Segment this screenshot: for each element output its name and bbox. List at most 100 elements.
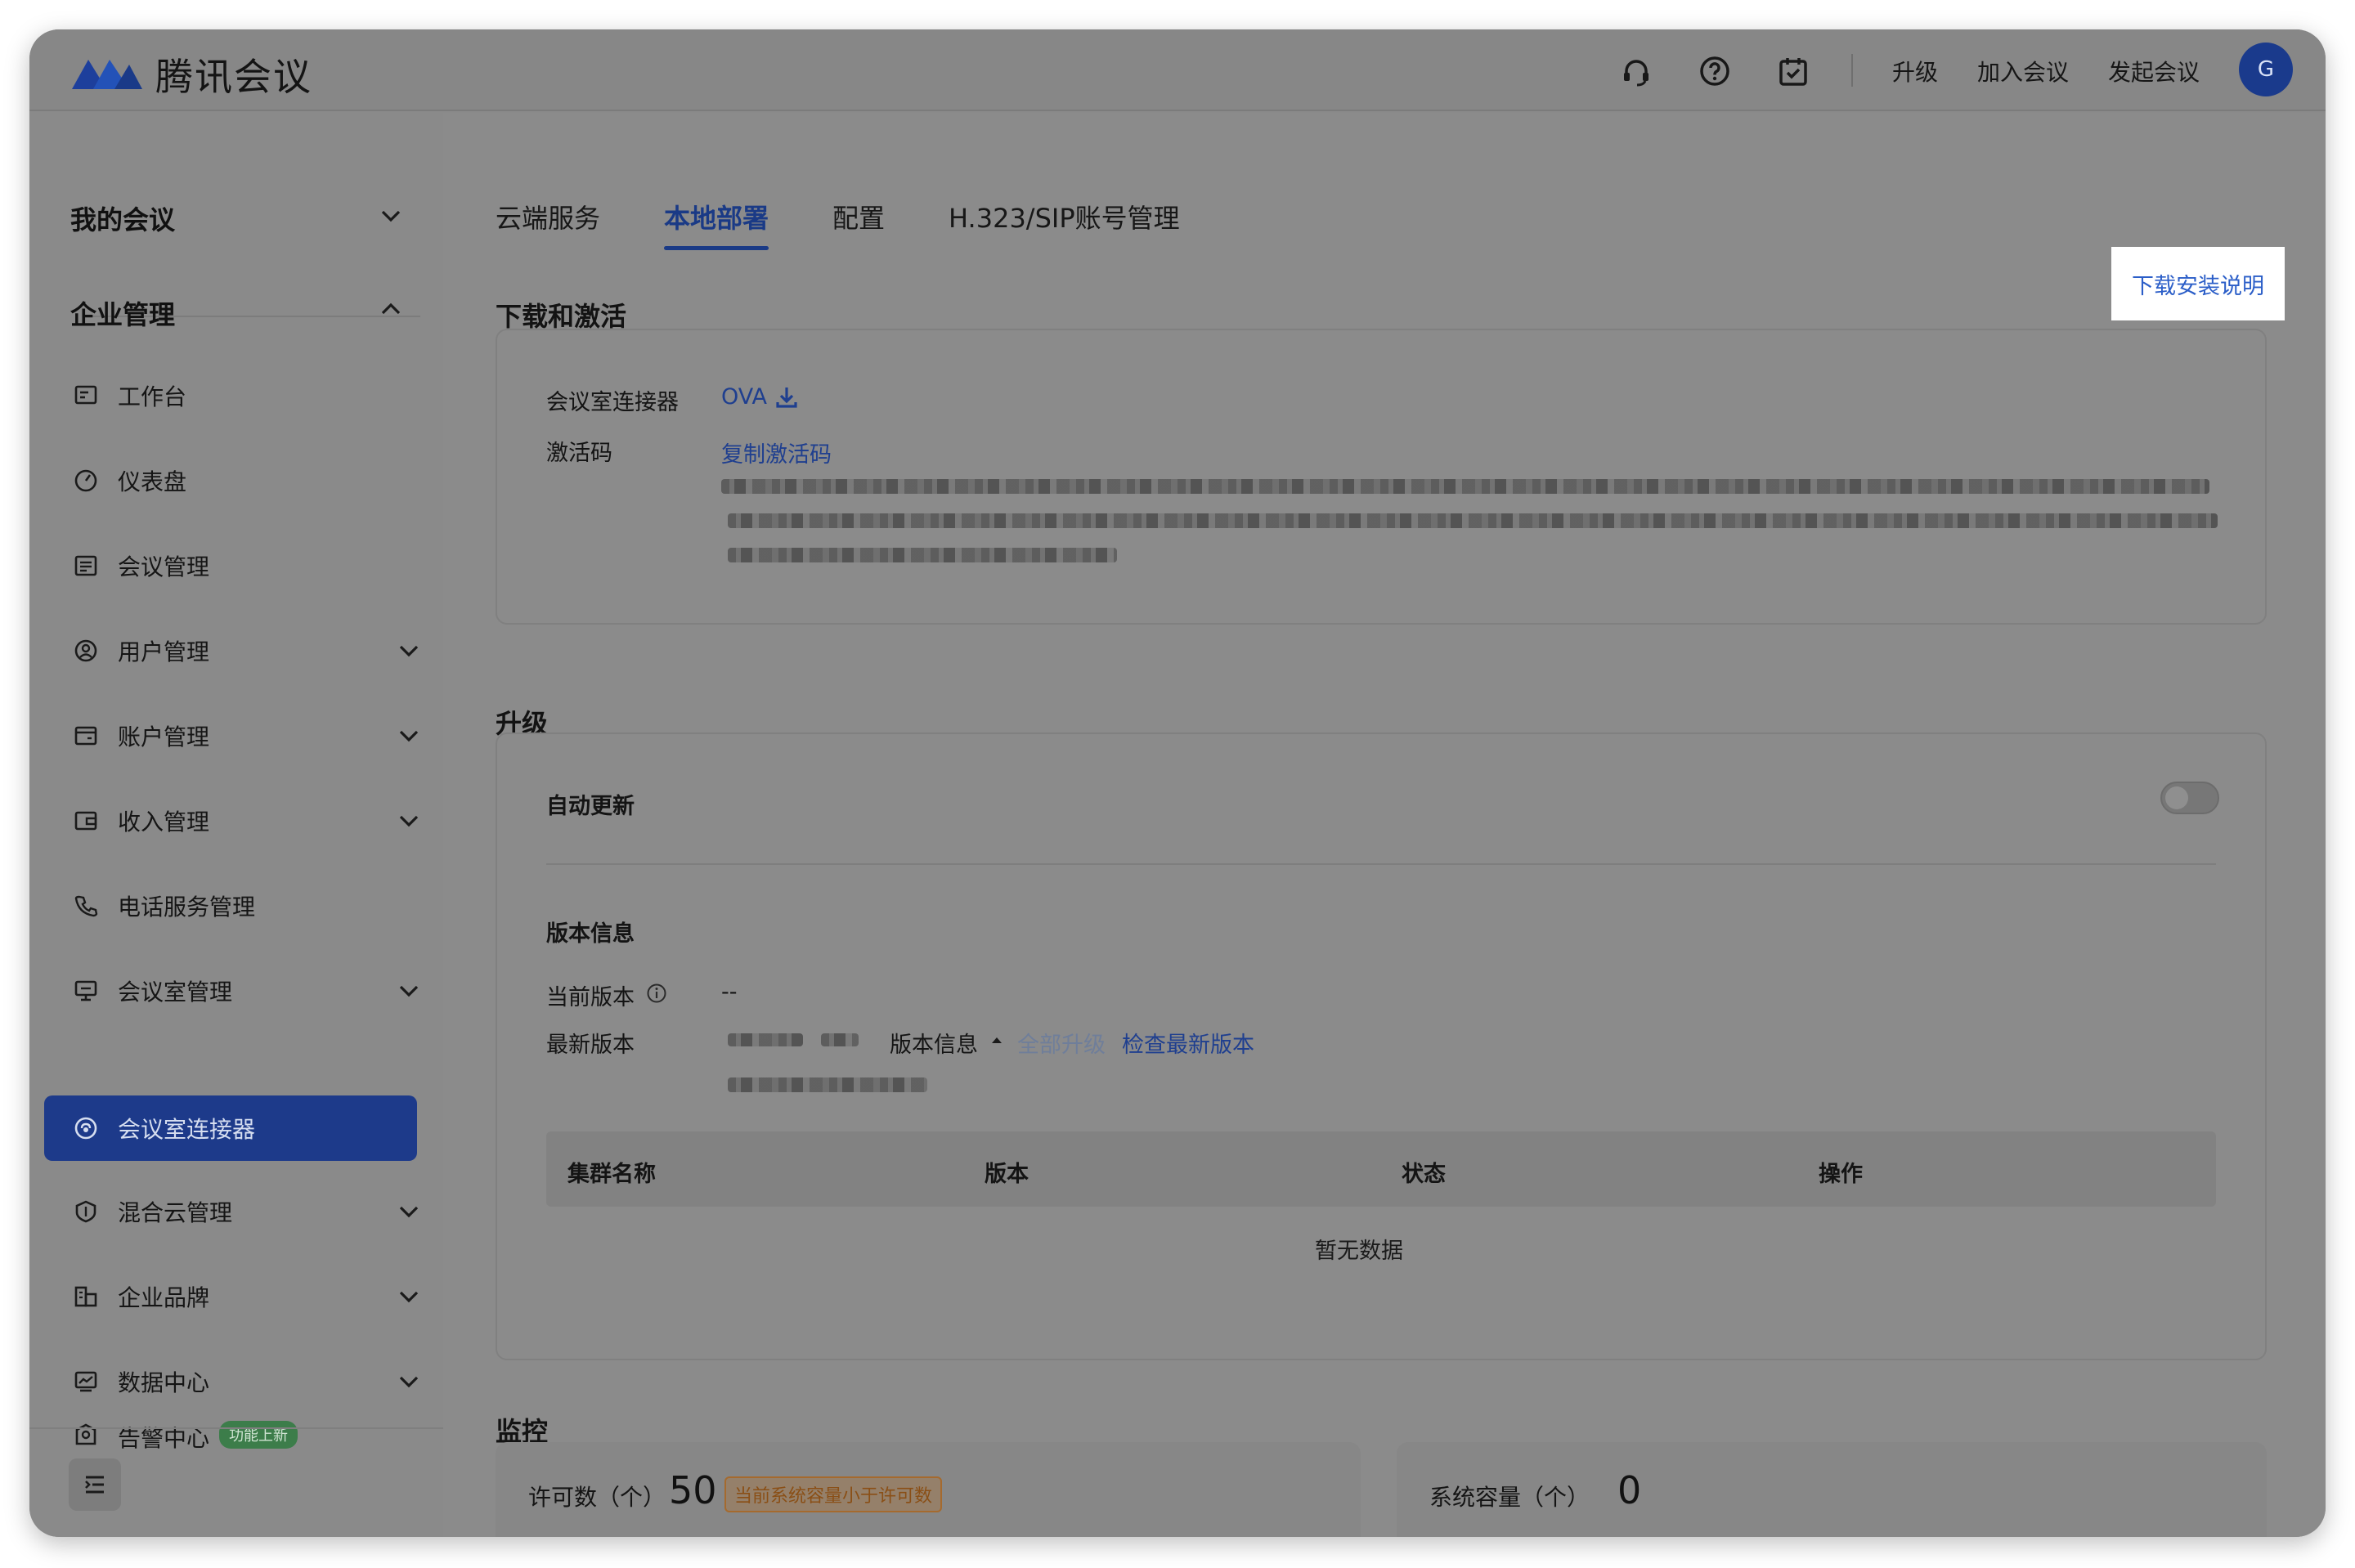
sidebar-item-label: 收入管理 (118, 809, 210, 836)
chevron-down-icon[interactable] (394, 721, 424, 750)
latest-version-redacted (728, 1033, 803, 1046)
connector-icon (72, 1114, 100, 1142)
activation-code-label: 激活码 (546, 441, 612, 466)
sidebar-item-user-management[interactable]: 用户管理 (72, 620, 432, 682)
license-count-label: 许可数（个） (528, 1484, 666, 1511)
workbench-icon (72, 382, 100, 410)
alarm-icon (72, 1421, 100, 1449)
info-icon[interactable] (646, 983, 667, 1004)
auto-update-label: 自动更新 (546, 794, 635, 819)
caret-up-icon[interactable] (989, 1033, 1004, 1046)
sidebar-item-label: 账户管理 (118, 724, 210, 750)
version-info-title: 版本信息 (546, 921, 635, 947)
chevron-down-icon[interactable] (376, 201, 406, 231)
download-guide-link[interactable]: 下载安装说明 (2111, 247, 2285, 320)
user-avatar[interactable]: G (2239, 43, 2293, 96)
sidebar-item-data-center[interactable]: 数据中心 (72, 1351, 432, 1413)
sidebar-item-room-connector[interactable]: 会议室连接器 (44, 1095, 417, 1161)
room-icon (72, 977, 100, 1005)
column-header: 状态 (1402, 1162, 1446, 1187)
download-icon[interactable] (774, 384, 800, 410)
logo[interactable]: 腾讯会议 (69, 47, 312, 101)
sidebar-bottom-divider (29, 1427, 443, 1429)
connector-label: 会议室连接器 (546, 390, 679, 415)
account-icon (72, 722, 100, 750)
phone-icon (72, 892, 100, 920)
dashboard-icon (72, 467, 100, 495)
cluster-table-header: 集群名称 版本 状态 操作 (546, 1131, 2216, 1207)
sidebar-item-hybrid-cloud[interactable]: 混合云管理 (72, 1180, 432, 1243)
copy-activation-code-link[interactable]: 复制激活码 (721, 437, 832, 468)
license-count-value: 50 (669, 1468, 717, 1512)
sidebar-item-dashboard[interactable]: 仪表盘 (72, 450, 432, 512)
current-version-value: -- (721, 979, 738, 1005)
chevron-up-icon[interactable] (376, 294, 406, 324)
license-count-card: 许可数（个） 50 当前系统容量小于许可数 (496, 1442, 1361, 1537)
tab-sip-account[interactable]: H.323/SIP账号管理 (949, 198, 1180, 250)
ova-download-link[interactable]: OVA (721, 384, 767, 410)
sidebar-item-label: 用户管理 (118, 638, 210, 665)
version-detail-redacted (728, 1077, 927, 1092)
sidebar-item-workbench[interactable]: 工作台 (72, 365, 432, 427)
chevron-down-icon[interactable] (394, 636, 424, 665)
auto-update-toggle[interactable] (2160, 782, 2219, 814)
sidebar-item-label: 会议室连接器 (118, 1116, 256, 1143)
start-meeting-link[interactable]: 发起会议 (2108, 55, 2200, 87)
top-header: 腾讯会议 升级 加入会议 发起会议 G (29, 29, 2326, 111)
system-capacity-value: 0 (1617, 1468, 1642, 1512)
latest-version-redacted (821, 1033, 859, 1046)
sidebar-item-phone-service[interactable]: 电话服务管理 (72, 875, 432, 937)
sidebar-item-label: 混合云管理 (118, 1199, 233, 1226)
sidebar-item-label: 会议室管理 (118, 979, 233, 1006)
collapse-menu-icon (85, 1476, 104, 1494)
hybrid-cloud-icon (72, 1198, 100, 1225)
sidebar: 我的会议 企业管理 工作台 仪表盘 会议管理 用户管理 账户管理 收入管理 电话… (29, 113, 443, 1537)
headset-icon[interactable] (1616, 51, 1657, 92)
column-header: 操作 (1819, 1162, 1863, 1187)
tab-local-deployment[interactable]: 本地部署 (664, 198, 769, 250)
sidebar-item-account-management[interactable]: 账户管理 (72, 705, 432, 767)
empty-state-text: 暂无数据 (1315, 1239, 1403, 1264)
sidebar-item-revenue-management[interactable]: 收入管理 (72, 790, 432, 852)
brand-icon (72, 1283, 100, 1310)
chevron-down-icon[interactable] (394, 1367, 424, 1396)
column-header: 集群名称 (567, 1162, 656, 1187)
sidebar-item-label: 电话服务管理 (118, 894, 256, 921)
activation-code-redacted (728, 513, 2218, 528)
upgrade-all-link[interactable]: 全部升级 (1017, 1027, 1106, 1059)
wallet-icon (72, 807, 100, 835)
join-meeting-link[interactable]: 加入会议 (1977, 55, 2069, 87)
upgrade-card: 自动更新 版本信息 当前版本 -- 最新版本 版本信息 全部升级 检查最新版本 … (496, 732, 2267, 1360)
sidebar-item-room-management[interactable]: 会议室管理 (72, 960, 432, 1022)
calendar-check-icon[interactable] (1773, 51, 1814, 92)
sidebar-group-my-meetings[interactable]: 我的会议 (70, 199, 175, 237)
download-card: 会议室连接器 OVA 激活码 复制激活码 (496, 329, 2267, 625)
tab-configuration[interactable]: 配置 (832, 198, 885, 250)
chevron-down-icon[interactable] (394, 1197, 424, 1226)
upgrade-link[interactable]: 升级 (1892, 55, 1938, 87)
meeting-list-icon (72, 552, 100, 580)
sidebar-group-enterprise[interactable]: 企业管理 (70, 294, 175, 332)
divider (546, 863, 2216, 865)
chevron-down-icon[interactable] (394, 1282, 424, 1311)
sidebar-item-label: 仪表盘 (118, 468, 187, 495)
version-info-toggle[interactable]: 版本信息 (890, 1027, 978, 1059)
tab-cloud-service[interactable]: 云端服务 (496, 198, 600, 250)
sidebar-item-meeting-management[interactable]: 会议管理 (72, 535, 432, 597)
tencent-meeting-logo-icon (72, 60, 142, 89)
chevron-down-icon[interactable] (394, 806, 424, 836)
sidebar-item-label: 数据中心 (118, 1369, 210, 1396)
user-icon (72, 637, 100, 665)
system-capacity-label: 系统容量（个） (1429, 1484, 1590, 1511)
sidebar-item-alarm-center[interactable]: 告警中心 功能上新 (72, 1404, 432, 1455)
help-icon[interactable] (1694, 51, 1735, 92)
check-latest-version-link[interactable]: 检查最新版本 (1122, 1027, 1254, 1059)
capacity-warning-badge: 当前系统容量小于许可数 (724, 1476, 943, 1512)
sidebar-item-label: 工作台 (118, 383, 187, 410)
chevron-down-icon[interactable] (394, 976, 424, 1006)
new-feature-badge: 功能上新 (219, 1421, 298, 1449)
sidebar-item-label: 告警中心 (118, 1425, 210, 1452)
sidebar-item-enterprise-brand[interactable]: 企业品牌 (72, 1266, 432, 1328)
header-divider (1851, 54, 1853, 87)
collapse-sidebar-button[interactable] (69, 1458, 121, 1511)
